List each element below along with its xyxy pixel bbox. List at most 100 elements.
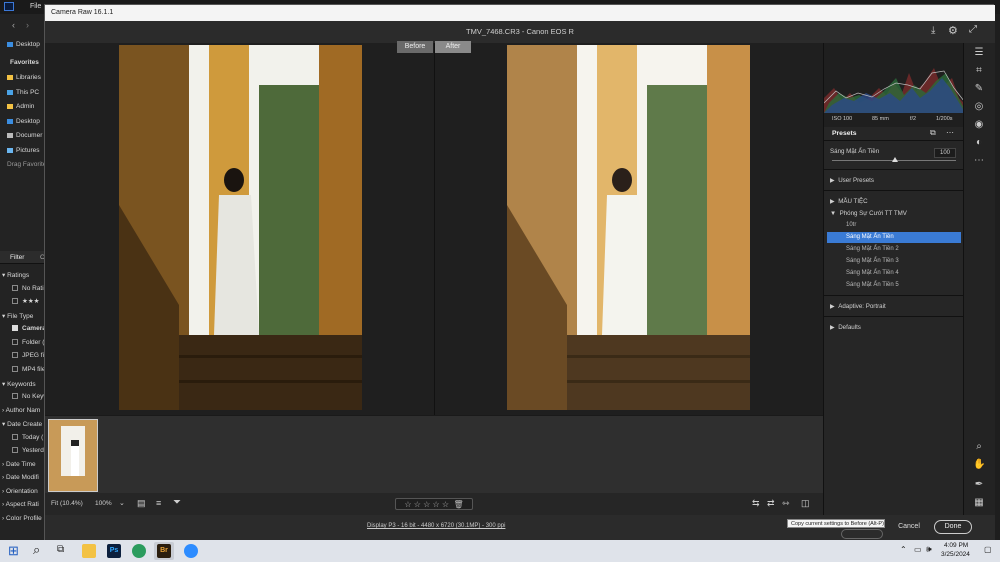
before-after-view-icon[interactable]: ◫ xyxy=(801,498,810,509)
preset-item[interactable]: Sáng Mặt Ấn Tiền 2 xyxy=(846,246,899,252)
filter-aspect-ratio[interactable]: › Aspect Rati xyxy=(2,501,39,508)
preset-item[interactable]: Sáng Mặt Ấn Tiền xyxy=(846,234,894,240)
zoom-fit[interactable]: Fit (10.4%) xyxy=(51,500,83,507)
crop-icon[interactable]: ⌗ xyxy=(973,65,985,77)
adaptive-portrait-group[interactable]: ▶ Adaptive: Portrait xyxy=(830,303,886,310)
swap-before-after-icon[interactable]: ⇆ xyxy=(752,498,760,509)
filter-orientation[interactable]: › Orientation xyxy=(2,488,38,495)
preset-item[interactable]: Sáng Mặt Ấn Tiền 3 xyxy=(846,258,899,264)
filter-tabs: Filter Co xyxy=(0,251,48,264)
clock-time[interactable]: 4:09 PM xyxy=(944,542,968,549)
notifications-icon[interactable]: ▢ xyxy=(984,545,992,554)
filter-author[interactable]: › Author Nam xyxy=(2,407,40,414)
fav-desktop[interactable]: Desktop xyxy=(7,41,40,48)
presets-menu-icon[interactable]: ⋯ xyxy=(946,128,954,137)
hand-icon[interactable]: ✋ xyxy=(973,459,985,471)
file-explorer-icon[interactable] xyxy=(82,544,96,558)
new-preset-icon[interactable]: ⧉ xyxy=(930,128,936,138)
trash-icon[interactable]: 🗑 xyxy=(454,500,464,509)
preset-amount-value[interactable]: 100 xyxy=(934,148,956,158)
preset-amount-label: Sáng Mặt Ấn Tiền xyxy=(830,148,880,155)
workflow-options-link[interactable]: Display P3 - 16 bit - 4480 x 6720 (30.1M… xyxy=(367,523,505,529)
copy-after-to-before-icon[interactable]: ⇄ xyxy=(767,498,775,509)
filter-date-created[interactable]: ▾ Date Create xyxy=(2,420,42,428)
fav-admin[interactable]: Admin xyxy=(7,103,34,110)
file-header: TMV_7468.CR3 - Canon EOS R ⤓ ⚙ ⤢ xyxy=(45,21,995,43)
preset-item[interactable]: 10tr xyxy=(846,222,856,228)
mau-tiec-group[interactable]: ▶ MẪU TIỆC xyxy=(830,198,868,205)
bottom-toolbar: Fit (10.4%) 100% ⌄ ▤ ≡ ⏷ ☆ ☆ ☆ ☆ ☆ 🗑 ⇆ ⇄… xyxy=(45,493,823,515)
color-sampler-icon[interactable]: ✒ xyxy=(973,479,985,491)
filter-no-keywords[interactable]: No Keyw xyxy=(12,393,48,400)
fav-pictures[interactable]: Pictures xyxy=(7,147,39,154)
zoom-icon[interactable]: ⌕ xyxy=(973,441,985,453)
healing-brush-icon[interactable]: ✎ xyxy=(973,83,985,95)
masking-icon[interactable]: ◎ xyxy=(973,101,985,113)
filter-ratings[interactable]: ▾ Ratings xyxy=(2,271,29,279)
edit-sliders-icon[interactable]: ☰ xyxy=(973,47,985,59)
more-options-icon[interactable]: ⋯ xyxy=(973,155,985,167)
camera-raw-window: Camera Raw 16.1.1 TMV_7468.CR3 - Canon E… xyxy=(44,4,995,541)
photoshop-icon[interactable]: Ps xyxy=(107,544,121,558)
grid-icon[interactable]: ▦ xyxy=(973,497,985,509)
filmstrip-view-icon[interactable]: ▤ xyxy=(137,498,146,509)
status-bar: Display P3 - 16 bit - 4480 x 6720 (30.1M… xyxy=(45,515,995,541)
presets-icon[interactable]: ◐ xyxy=(973,137,985,149)
filter-mp4[interactable]: MP4 file xyxy=(12,366,45,373)
filter-keywords[interactable]: ▾ Keywords xyxy=(2,380,36,388)
fav-libraries[interactable]: Libraries xyxy=(7,74,41,81)
save-icon[interactable]: ⤓ xyxy=(931,25,935,36)
open-button[interactable] xyxy=(841,529,883,539)
filter-date-modified[interactable]: › Date Modifi xyxy=(2,474,39,481)
sort-icon[interactable]: ≡ xyxy=(156,498,161,508)
phong-su-cuoi-group[interactable]: ▼ Phóng Sự Cưới TT TMV xyxy=(830,210,907,217)
filter-date-time[interactable]: › Date Time xyxy=(2,461,36,468)
clock-date[interactable]: 3/25/2024 xyxy=(941,551,970,558)
red-eye-icon[interactable]: ◉ xyxy=(973,119,985,131)
filter-folder[interactable]: Folder ( xyxy=(12,339,44,346)
filmstrip xyxy=(45,415,823,493)
filter-color-profile[interactable]: › Color Profile xyxy=(2,515,42,522)
fav-this-pc[interactable]: This PC xyxy=(7,89,39,96)
zoom-dropdown-icon[interactable]: ⌄ xyxy=(119,499,125,507)
user-presets-group[interactable]: ▶ User Presets xyxy=(830,177,874,184)
filter-file-type[interactable]: ▾ File Type xyxy=(2,312,33,320)
gear-icon[interactable]: ⚙ xyxy=(948,24,958,37)
split-divider xyxy=(434,43,435,415)
cancel-button[interactable]: Cancel xyxy=(889,523,929,530)
zoom-app-icon[interactable] xyxy=(184,544,198,558)
slider-thumb[interactable] xyxy=(892,157,898,162)
zoom-100[interactable]: 100% xyxy=(95,500,112,507)
volume-icon[interactable]: 🕪 xyxy=(926,544,932,555)
fav-desktop-2[interactable]: Desktop xyxy=(7,118,40,125)
copy-settings-icon[interactable]: ⇿ xyxy=(782,498,790,509)
filter-camera[interactable]: Camera xyxy=(12,325,46,332)
back-arrow-icon[interactable]: ‹ xyxy=(12,20,15,30)
done-button[interactable]: Done xyxy=(934,520,972,534)
filter-stars[interactable]: ★★★ xyxy=(12,297,39,305)
menu-file[interactable]: File xyxy=(30,3,41,10)
preset-item[interactable]: Sáng Mặt Ấn Tiền 5 xyxy=(846,282,899,288)
filter-no-rating[interactable]: No Ratin xyxy=(12,285,47,292)
windows-start-icon[interactable]: ⊞ xyxy=(8,543,19,559)
bridge-icon[interactable]: Br xyxy=(157,544,171,558)
filter-yesterday[interactable]: Yesterd xyxy=(12,447,44,454)
task-view-icon[interactable]: ⧉ xyxy=(57,544,64,555)
tray-chevron-icon[interactable]: ⌃ xyxy=(900,545,907,554)
hist-iso: ISO 100 xyxy=(832,116,853,122)
filter-jpeg[interactable]: JPEG fil xyxy=(12,352,45,359)
edge-icon[interactable] xyxy=(132,544,146,558)
fav-documents[interactable]: Documer xyxy=(7,132,42,139)
fullscreen-icon[interactable]: ⤢ xyxy=(969,24,977,35)
filmstrip-thumbnail[interactable] xyxy=(48,419,98,492)
search-icon[interactable]: ⌕ xyxy=(33,542,40,558)
network-icon[interactable]: ▭ xyxy=(914,545,922,554)
window-titlebar: Camera Raw 16.1.1 xyxy=(45,5,995,21)
star-rating[interactable]: ☆ ☆ ☆ ☆ ☆ 🗑 xyxy=(395,498,473,510)
filter-icon[interactable]: ⏷ xyxy=(173,497,181,508)
forward-arrow-icon[interactable]: › xyxy=(26,20,29,30)
defaults-group[interactable]: ▶ Defaults xyxy=(830,324,861,331)
tab-filter[interactable]: Filter xyxy=(10,254,24,261)
preset-item[interactable]: Sáng Mặt Ấn Tiền 4 xyxy=(846,270,899,276)
filter-today[interactable]: Today ( xyxy=(12,434,43,441)
